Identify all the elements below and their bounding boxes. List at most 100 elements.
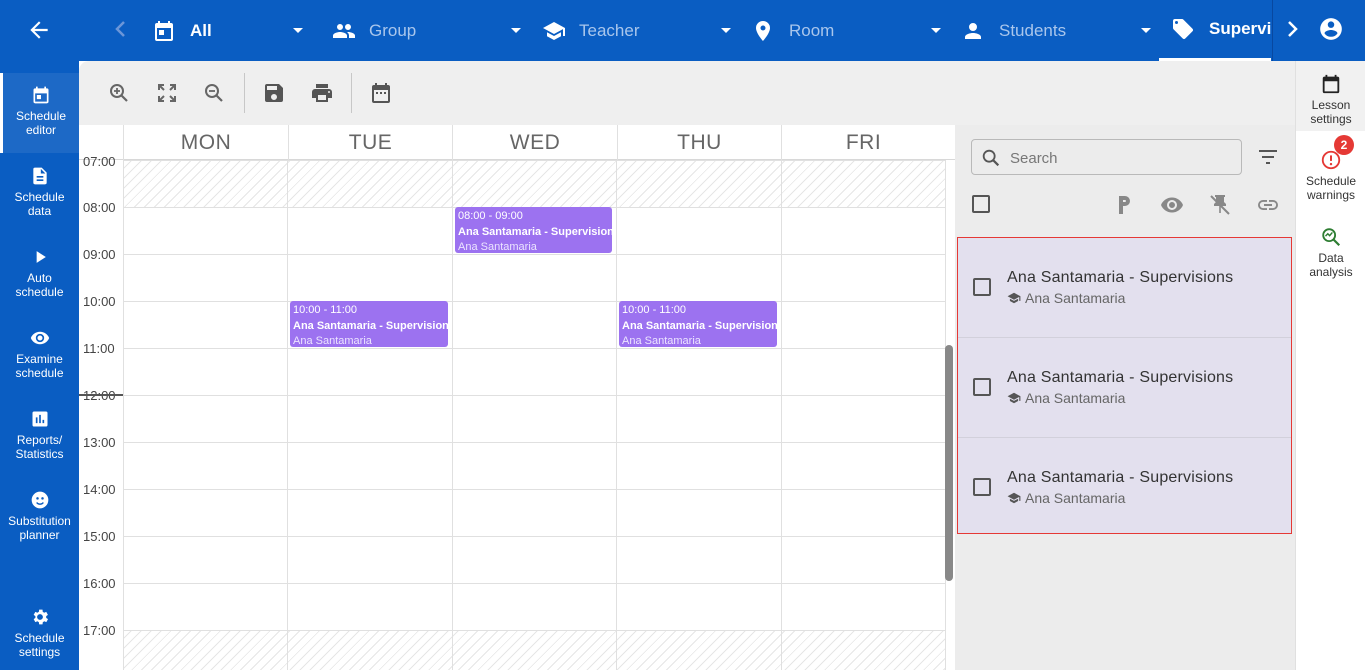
tab-supervisions[interactable]: Supervis — [1159, 0, 1271, 61]
calendar-header: MON TUE WED THU FRI — [79, 125, 955, 160]
nav-schedule-settings[interactable]: Schedule settings — [0, 607, 79, 659]
chevron-down-icon[interactable] — [290, 22, 306, 38]
tabs-scroll-left-button[interactable] — [112, 18, 130, 40]
lesson-list-item[interactable]: Ana Santamaria - Supervisions Ana Santam… — [958, 238, 1291, 338]
current-time-indicator — [79, 394, 123, 396]
hour-gridline — [123, 583, 945, 584]
calendar-icon — [152, 19, 176, 43]
checkbox[interactable] — [972, 195, 990, 213]
hour-label: 13:00 — [83, 435, 116, 450]
tab-teacher[interactable]: Teacher — [541, 0, 741, 61]
eye-icon[interactable] — [1160, 193, 1184, 217]
hour-label: 10:00 — [83, 294, 116, 309]
hour-gridline — [123, 348, 945, 349]
rail-label: Data analysis — [1309, 251, 1353, 279]
lesson-event[interactable]: 10:00 - 11:00 Ana Santamaria - Supervisi… — [619, 301, 777, 347]
tab-label: All — [190, 20, 212, 40]
filter-icon[interactable] — [1256, 145, 1280, 169]
teacher-name: Ana Santamaria — [1025, 390, 1126, 406]
lesson-teacher: Ana Santamaria — [1007, 390, 1125, 406]
zoom-out-icon[interactable] — [202, 81, 226, 105]
unpin-icon[interactable] — [1208, 193, 1232, 217]
analytics-icon — [1320, 226, 1342, 248]
search-box[interactable] — [971, 139, 1242, 175]
week-calendar: MON TUE WED THU FRI 07:00 08:00 09:00 10… — [79, 125, 955, 670]
lesson-list-item[interactable]: Ana Santamaria - Supervisions Ana Santam… — [958, 438, 1291, 538]
chevron-down-icon[interactable] — [928, 22, 944, 38]
link-icon[interactable] — [1256, 193, 1280, 217]
unavailable-time-block — [123, 160, 945, 207]
chevron-down-icon[interactable] — [508, 22, 524, 38]
top-bar: All Group Teacher Room Students Supervi — [0, 0, 1365, 61]
event-teacher: Ana Santamaria — [458, 241, 537, 253]
tab-label: Room — [789, 20, 835, 40]
calendar-view-icon[interactable] — [369, 81, 393, 105]
tab-students[interactable]: Students — [961, 0, 1161, 61]
rail-label: Schedule warnings — [1305, 174, 1357, 202]
lesson-event[interactable]: 08:00 - 09:00 Ana Santamaria - Supervisi… — [455, 207, 612, 253]
lesson-checkbox[interactable] — [973, 478, 991, 496]
hour-label: 07:00 — [83, 154, 116, 169]
event-title: Ana Santamaria - Supervisions — [622, 320, 777, 332]
lesson-title: Ana Santamaria - Supervisions — [1007, 369, 1234, 386]
search-input[interactable] — [1010, 147, 1230, 169]
day-gridline — [123, 160, 124, 670]
hour-label: 14:00 — [83, 482, 116, 497]
nav-label: Schedule settings — [14, 631, 65, 659]
gear-icon — [30, 607, 50, 627]
back-arrow-icon[interactable] — [26, 17, 52, 43]
calendar-today-icon — [31, 85, 51, 105]
calendar-grid[interactable]: 07:00 08:00 09:00 10:00 11:00 12:00 13:0… — [79, 154, 955, 670]
nav-substitution-planner[interactable]: Substitution planner — [0, 490, 79, 542]
tab-label: Supervis — [1209, 19, 1271, 38]
lesson-list-item[interactable]: Ana Santamaria - Supervisions Ana Santam… — [958, 338, 1291, 438]
nav-schedule-editor[interactable]: Schedule editor — [0, 73, 79, 153]
nav-auto-schedule[interactable]: Auto schedule — [0, 247, 79, 299]
person-icon — [961, 19, 985, 43]
lesson-checkbox[interactable] — [973, 378, 991, 396]
print-icon[interactable] — [310, 81, 334, 105]
nav-label: Schedule editor — [15, 109, 67, 137]
unscheduled-lessons-panel: Ana Santamaria - Supervisions Ana Santam… — [955, 125, 1295, 670]
zoom-in-icon[interactable] — [107, 81, 131, 105]
select-all-checkbox[interactable] — [972, 195, 996, 219]
day-gridline — [452, 160, 453, 670]
teacher-name: Ana Santamaria — [1025, 290, 1126, 306]
parking-icon[interactable] — [1112, 193, 1136, 217]
chevron-down-icon[interactable] — [718, 22, 734, 38]
document-icon — [30, 166, 50, 186]
event-time: 10:00 - 11:00 — [293, 304, 358, 316]
event-teacher: Ana Santamaria — [293, 335, 372, 347]
fullscreen-icon[interactable] — [155, 81, 179, 105]
account-icon[interactable] — [1318, 16, 1344, 42]
calendar-scrollbar[interactable] — [945, 345, 953, 581]
tabs-scroll-right-button[interactable] — [1272, 0, 1310, 61]
day-header-mon: MON — [123, 125, 288, 160]
nav-examine-schedule[interactable]: Examine schedule — [0, 328, 79, 380]
editor-toolbar — [79, 61, 1295, 125]
lesson-settings-button[interactable]: Lesson settings — [1296, 61, 1365, 131]
lesson-checkbox[interactable] — [973, 278, 991, 296]
tab-group[interactable]: Group — [331, 0, 531, 61]
school-icon — [1007, 491, 1021, 505]
lesson-event[interactable]: 10:00 - 11:00 Ana Santamaria - Supervisi… — [290, 301, 448, 347]
hour-gridline — [123, 536, 945, 537]
hour-gridline — [123, 395, 945, 396]
hour-label: 17:00 — [83, 623, 116, 638]
data-analysis-button[interactable]: Data analysis — [1296, 226, 1365, 279]
teacher-name: Ana Santamaria — [1025, 490, 1126, 506]
event-title: Ana Santamaria - Supervisions — [293, 320, 448, 332]
day-header-tue: TUE — [288, 125, 452, 160]
day-gridline — [287, 160, 288, 670]
nav-schedule-data[interactable]: Schedule data — [0, 166, 79, 218]
nav-reports-statistics[interactable]: Reports/ Statistics — [0, 409, 79, 461]
lesson-teacher: Ana Santamaria — [1007, 490, 1125, 506]
tab-all[interactable]: All — [152, 0, 312, 61]
bar-chart-icon — [30, 409, 50, 429]
hour-label: 11:00 — [83, 341, 115, 356]
save-icon[interactable] — [262, 81, 286, 105]
nav-label: Auto schedule — [15, 271, 64, 299]
chevron-down-icon[interactable] — [1138, 22, 1154, 38]
schedule-warnings-button[interactable]: 2 Schedule warnings — [1296, 135, 1365, 202]
tab-room[interactable]: Room — [751, 0, 951, 61]
